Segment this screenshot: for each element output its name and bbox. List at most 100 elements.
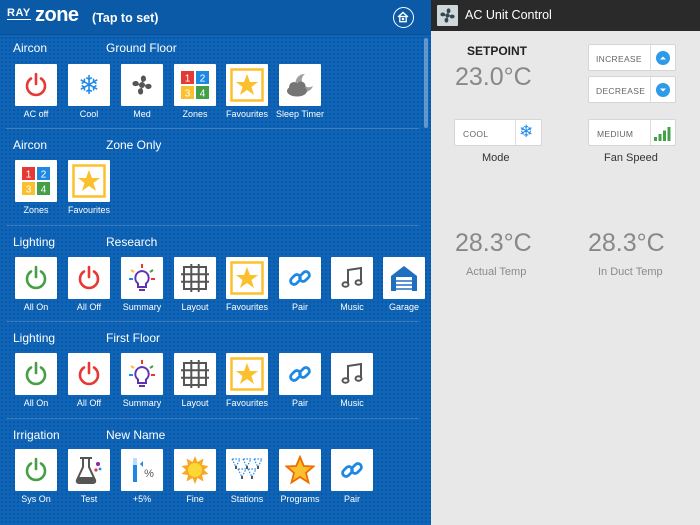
mode-value: COOL: [463, 129, 489, 139]
tile-layout[interactable]: [174, 257, 216, 299]
tile-favourites[interactable]: [68, 160, 110, 202]
fan-speed-label: Fan Speed: [604, 152, 658, 164]
tile-plus-5-percent[interactable]: %: [121, 449, 163, 491]
zones-grid-icon: 1 23 4: [181, 71, 209, 100]
tile-label: Sleep Timer: [275, 109, 325, 119]
tile-music[interactable]: [331, 353, 373, 395]
star-orange-icon: [285, 455, 315, 485]
tile-label: Pair: [291, 302, 308, 312]
tile-fine[interactable]: [174, 449, 216, 491]
tile-label: Favourites: [225, 398, 269, 408]
section-type: Aircon: [13, 138, 48, 152]
section-divider: [6, 128, 419, 129]
tile-label: Pair: [343, 494, 360, 504]
chevron-up-icon: [656, 51, 670, 65]
snowflake-icon: ❄: [519, 122, 534, 141]
mode-button[interactable]: COOL ❄: [454, 119, 542, 146]
svg-text:3: 3: [185, 89, 191, 100]
tap-to-set-hint[interactable]: (Tap to set): [92, 11, 158, 25]
link-icon: [289, 366, 311, 382]
decrease-button[interactable]: DECREASE: [588, 76, 676, 103]
increase-button[interactable]: INCREASE: [588, 44, 676, 71]
ac-header: AC Unit Control: [431, 0, 700, 31]
svg-text:2: 2: [200, 74, 206, 85]
tile-programs[interactable]: [279, 449, 321, 491]
tile-label: Summary: [122, 398, 162, 408]
section-type: Irrigation: [13, 428, 60, 442]
tile-ac-off[interactable]: [15, 64, 57, 106]
tile-pair[interactable]: [279, 353, 321, 395]
tile-pair[interactable]: [331, 449, 373, 491]
tile-all-off[interactable]: [68, 257, 110, 299]
section-divider: [6, 225, 419, 226]
setpoint-label: SETPOINT: [467, 44, 528, 58]
svg-text:3: 3: [26, 185, 32, 196]
star-icon: [230, 261, 264, 295]
section-location: Ground Floor: [106, 41, 177, 55]
star-icon: [230, 68, 264, 102]
tile-label: Favourites: [225, 109, 269, 119]
tile-med[interactable]: [121, 64, 163, 106]
tile-summary[interactable]: [121, 353, 163, 395]
tile-garage[interactable]: [383, 257, 425, 299]
decrease-label: DECREASE: [596, 86, 646, 96]
garage-icon: [391, 266, 417, 291]
svg-text:2: 2: [41, 170, 47, 181]
tile-sys-on[interactable]: [15, 449, 57, 491]
svg-text:1: 1: [185, 74, 191, 85]
tile-all-on[interactable]: [15, 257, 57, 299]
power-icon: [78, 361, 100, 386]
tile-label: Layout: [181, 398, 209, 408]
tile-label: Music: [340, 398, 364, 408]
tile-favourites[interactable]: [226, 64, 268, 106]
tile-label: All Off: [76, 302, 102, 312]
home-settings-button[interactable]: [393, 7, 414, 28]
svg-text:%: %: [144, 468, 154, 480]
tile-label: Favourites: [225, 302, 269, 312]
star-icon: [72, 164, 106, 198]
svg-text:1: 1: [26, 170, 32, 181]
tile-label: Layout: [181, 302, 209, 312]
tile-favourites[interactable]: [226, 353, 268, 395]
star-icon: [230, 357, 264, 391]
tile-zones[interactable]: 1234: [15, 160, 57, 202]
tile-label: Med: [133, 109, 151, 119]
music-icon: [341, 266, 363, 288]
tile-music[interactable]: [331, 257, 373, 299]
fan-speed-button[interactable]: MEDIUM: [588, 119, 676, 146]
scrollbar[interactable]: [424, 38, 428, 128]
tile-all-on[interactable]: [15, 353, 57, 395]
section-location: Research: [106, 235, 158, 249]
section-location: First Floor: [106, 331, 160, 345]
tile-favourites[interactable]: [226, 257, 268, 299]
section-divider: [6, 418, 419, 419]
sun-icon: [181, 456, 209, 484]
zones-panel: RAY zone (Tap to set) Aircon Ground Floo…: [0, 0, 431, 525]
tile-pair[interactable]: [279, 257, 321, 299]
svg-text:4: 4: [200, 89, 206, 100]
section-location: Zone Only: [106, 138, 162, 152]
chevron-down-icon: [656, 83, 670, 97]
tile-zones[interactable]: 1234: [174, 64, 216, 106]
tile-summary[interactable]: [121, 257, 163, 299]
button-separator: [515, 120, 516, 145]
ac-control-panel: AC Unit Control SETPOINT 23.0°C INCREASE…: [431, 0, 700, 525]
tile-layout[interactable]: [174, 353, 216, 395]
grid-layout-icon: [181, 360, 209, 388]
tile-cool[interactable]: ❄: [68, 64, 110, 106]
power-icon: [78, 265, 100, 290]
tile-stations[interactable]: [226, 449, 268, 491]
tile-sleep-timer[interactable]: [279, 64, 321, 106]
ac-title: AC Unit Control: [465, 8, 552, 22]
tile-label: Summary: [122, 302, 162, 312]
tile-all-off[interactable]: [68, 353, 110, 395]
tile-label: All On: [23, 302, 49, 312]
ac-fan-button[interactable]: [437, 5, 458, 26]
house-icon: [397, 11, 409, 23]
tile-label: Zones: [23, 205, 49, 215]
tile-test[interactable]: [68, 449, 110, 491]
increase-label: INCREASE: [596, 54, 642, 64]
fan-icon: [132, 75, 152, 95]
tile-label: Sys On: [21, 494, 51, 504]
mode-label: Mode: [482, 152, 510, 164]
